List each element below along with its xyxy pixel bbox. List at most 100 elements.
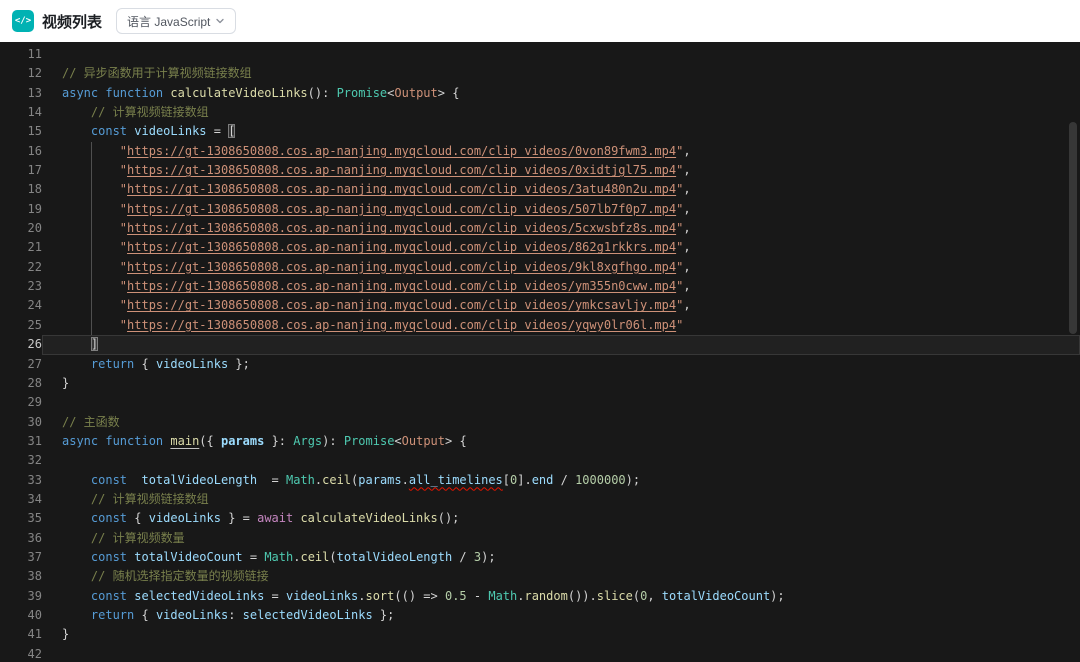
line-number: 32 xyxy=(0,451,42,470)
code-token: , xyxy=(683,279,690,293)
code-line-14[interactable]: // 计算视频链接数组 xyxy=(42,103,1080,122)
url-link[interactable]: https://gt-1308650808.cos.ap-nanjing.myq… xyxy=(127,163,676,177)
code-line-35[interactable]: const { videoLinks } = await calculateVi… xyxy=(42,509,1080,528)
code-line-42[interactable] xyxy=(42,645,1080,662)
code-token: ]. xyxy=(517,473,531,487)
code-token: < xyxy=(394,434,401,448)
line-number: 34 xyxy=(0,490,42,509)
code-line-32[interactable] xyxy=(42,451,1080,470)
code-token: " xyxy=(676,318,683,332)
url-link[interactable]: https://gt-1308650808.cos.ap-nanjing.myq… xyxy=(127,202,676,216)
code-token: [ xyxy=(228,124,235,138)
line-number: 16 xyxy=(0,142,42,161)
code-token: random xyxy=(524,589,567,603)
code-line-25[interactable]: "https://gt-1308650808.cos.ap-nanjing.my… xyxy=(42,316,1080,335)
url-link[interactable]: https://gt-1308650808.cos.ap-nanjing.myq… xyxy=(127,221,676,235)
line-number: 31 xyxy=(0,432,42,451)
url-link[interactable]: https://gt-1308650808.cos.ap-nanjing.myq… xyxy=(127,279,676,293)
url-link[interactable]: https://gt-1308650808.cos.ap-nanjing.myq… xyxy=(127,182,676,196)
code-token: return xyxy=(91,608,134,622)
code-line-24[interactable]: "https://gt-1308650808.cos.ap-nanjing.my… xyxy=(42,296,1080,315)
code-token: totalVideoCount xyxy=(662,589,770,603)
code-icon: </> xyxy=(12,10,34,32)
line-number: 36 xyxy=(0,529,42,548)
code-token: - xyxy=(467,589,489,603)
url-link[interactable]: https://gt-1308650808.cos.ap-nanjing.myq… xyxy=(127,144,676,158)
code-line-13[interactable]: async function calculateVideoLinks(): Pr… xyxy=(42,84,1080,103)
code-line-37[interactable]: const totalVideoCount = Math.ceil(totalV… xyxy=(42,548,1080,567)
line-number: 41 xyxy=(0,625,42,644)
language-dropdown[interactable]: 语言 JavaScript xyxy=(116,8,236,34)
code-token: " xyxy=(120,260,127,274)
line-number: 23 xyxy=(0,277,42,296)
code-token: " xyxy=(120,240,127,254)
code-token xyxy=(62,473,91,487)
code-token: // 异步函数用于计算视频链接数组 xyxy=(62,66,252,80)
code-token: end xyxy=(532,473,554,487)
code-line-19[interactable]: "https://gt-1308650808.cos.ap-nanjing.my… xyxy=(42,200,1080,219)
code-line-23[interactable]: "https://gt-1308650808.cos.ap-nanjing.my… xyxy=(42,277,1080,296)
url-link[interactable]: https://gt-1308650808.cos.ap-nanjing.myq… xyxy=(127,240,676,254)
code-token: }: xyxy=(264,434,293,448)
line-number: 11 xyxy=(0,45,42,64)
line-number: 42 xyxy=(0,645,42,662)
code-line-41[interactable]: } xyxy=(42,625,1080,644)
code-line-21[interactable]: "https://gt-1308650808.cos.ap-nanjing.my… xyxy=(42,238,1080,257)
line-number: 33 xyxy=(0,471,42,490)
line-number: 14 xyxy=(0,103,42,122)
code-line-40[interactable]: return { videoLinks: selectedVideoLinks … xyxy=(42,606,1080,625)
code-token: } xyxy=(62,376,69,390)
code-token: , xyxy=(683,163,690,177)
code-line-30[interactable]: // 主函数 xyxy=(42,413,1080,432)
url-link[interactable]: https://gt-1308650808.cos.ap-nanjing.myq… xyxy=(127,260,676,274)
code-line-18[interactable]: "https://gt-1308650808.cos.ap-nanjing.my… xyxy=(42,180,1080,199)
url-link[interactable]: https://gt-1308650808.cos.ap-nanjing.myq… xyxy=(127,298,676,312)
code-token xyxy=(62,511,91,525)
scrollbar-thumb[interactable] xyxy=(1069,122,1077,334)
code-line-11[interactable] xyxy=(42,45,1080,64)
code-lines[interactable]: // 异步函数用于计算视频链接数组 async function calculat… xyxy=(42,42,1080,662)
code-token: totalVideoLength xyxy=(337,550,453,564)
code-line-33[interactable]: const totalVideoLength = Math.ceil(param… xyxy=(42,471,1080,490)
code-line-12[interactable]: // 异步函数用于计算视频链接数组 xyxy=(42,64,1080,83)
code-line-31[interactable]: async function main({ params }: Args): P… xyxy=(42,432,1080,451)
code-token: (() => xyxy=(394,589,445,603)
code-line-36[interactable]: // 计算视频数量 xyxy=(42,529,1080,548)
code-token: Output xyxy=(402,434,445,448)
code-token: " xyxy=(120,182,127,196)
code-token: ); xyxy=(770,589,784,603)
code-line-38[interactable]: // 随机选择指定数量的视频链接 xyxy=(42,567,1080,586)
line-number: 24 xyxy=(0,296,42,315)
code-token: } xyxy=(62,627,69,641)
code-editor[interactable]: 1112131415161718192021222324252627282930… xyxy=(0,42,1080,662)
code-line-22[interactable]: "https://gt-1308650808.cos.ap-nanjing.my… xyxy=(42,258,1080,277)
code-token: ( xyxy=(329,550,336,564)
code-token xyxy=(62,569,91,583)
code-token: { xyxy=(127,511,149,525)
line-number: 12 xyxy=(0,64,42,83)
code-line-39[interactable]: const selectedVideoLinks = videoLinks.so… xyxy=(42,587,1080,606)
code-token: " xyxy=(120,298,127,312)
code-token: totalVideoLength xyxy=(141,473,257,487)
code-token: videoLinks xyxy=(156,608,228,622)
line-number: 30 xyxy=(0,413,42,432)
code-line-20[interactable]: "https://gt-1308650808.cos.ap-nanjing.my… xyxy=(42,219,1080,238)
code-line-16[interactable]: "https://gt-1308650808.cos.ap-nanjing.my… xyxy=(42,142,1080,161)
code-line-34[interactable]: // 计算视频链接数组 xyxy=(42,490,1080,509)
code-line-17[interactable]: "https://gt-1308650808.cos.ap-nanjing.my… xyxy=(42,161,1080,180)
code-token: ()). xyxy=(568,589,597,603)
code-token: , xyxy=(683,182,690,196)
line-number: 15 xyxy=(0,122,42,141)
code-token: " xyxy=(120,202,127,216)
code-line-27[interactable]: return { videoLinks }; xyxy=(42,355,1080,374)
code-token: return xyxy=(91,357,134,371)
code-line-28[interactable]: } xyxy=(42,374,1080,393)
code-line-29[interactable] xyxy=(42,393,1080,412)
code-line-15[interactable]: const videoLinks = [ xyxy=(42,122,1080,141)
url-link[interactable]: https://gt-1308650808.cos.ap-nanjing.myq… xyxy=(127,318,676,332)
line-number: 17 xyxy=(0,161,42,180)
code-token: Output xyxy=(394,86,437,100)
line-number: 39 xyxy=(0,587,42,606)
code-token: function xyxy=(105,86,163,100)
code-line-26[interactable]: ] xyxy=(42,335,1080,354)
